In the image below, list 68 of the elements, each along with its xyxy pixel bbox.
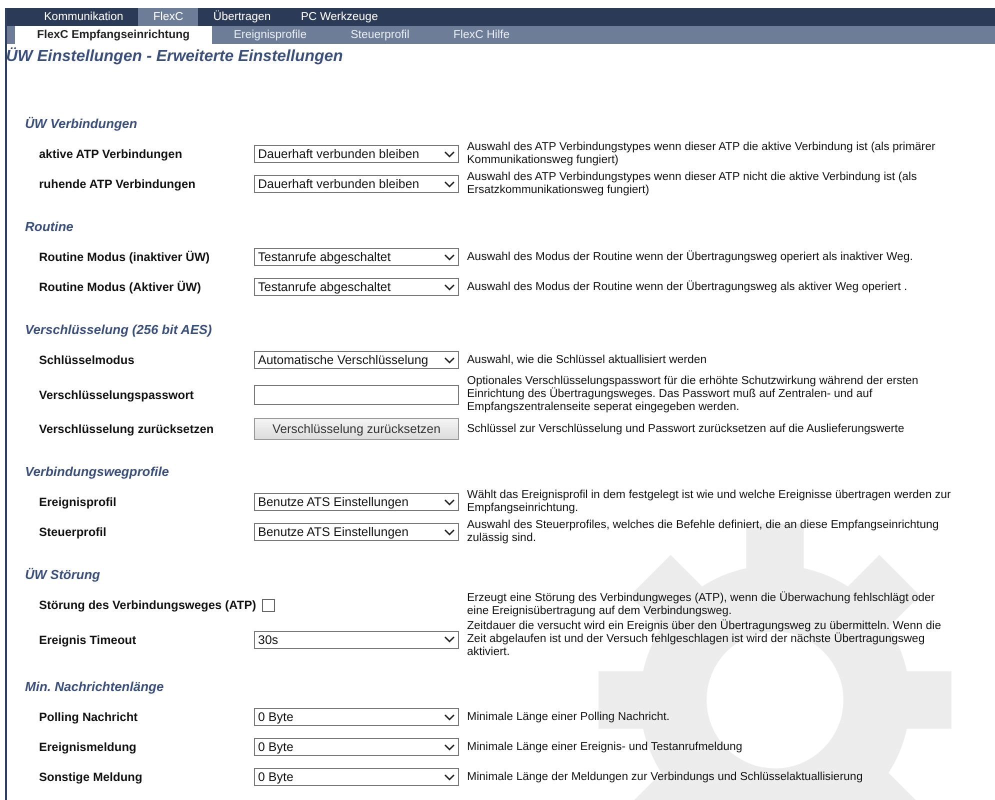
field-description: Zeitdauer die versucht wird ein Ereignis über den Übertragungsweg zu übermitteln. Wenn die Zeit abgelaufen ist und der Versuch fehlgeschlagen ist wird der nächste Übertragungsweg aktiviert.: [467, 620, 942, 659]
field-description: Minimale Länge der Meldungen zur Verbindungs und Schlüsselaktuallisierung: [467, 770, 864, 784]
field-description: Auswahl des Modus der Routine wenn der Übertragungsweg operiert als inaktiver Weg.: [467, 250, 914, 264]
field-label: Polling Nachricht: [39, 710, 139, 724]
dropdown-field[interactable]: Automatische Verschlüsselung: [254, 351, 459, 369]
field-label: Routine Modus (inaktiver ÜW): [39, 250, 211, 264]
chevron-down-icon: [444, 254, 455, 260]
chevron-down-icon: [444, 356, 455, 364]
field-label: Verschlüsselungspasswort: [39, 388, 195, 402]
chevron-down-icon: [444, 284, 455, 290]
section-heading: ÜW Störung: [25, 567, 102, 582]
main-tab[interactable]: Übertragen: [198, 8, 286, 26]
checkbox[interactable]: [262, 598, 276, 612]
dropdown-field[interactable]: Dauerhaft verbunden bleiben: [254, 175, 459, 193]
dropdown-field[interactable]: 0 Byte: [254, 768, 459, 786]
field-label: Ereignis Timeout: [39, 632, 138, 646]
field-label: Ereignismeldung: [39, 740, 138, 754]
field-label: Steuerprofil: [39, 525, 108, 539]
field-label: Routine Modus (Aktiver ÜW): [39, 280, 202, 294]
main-tab[interactable]: FlexC: [138, 8, 198, 26]
chevron-down-icon: [444, 744, 455, 750]
chevron-down-icon: [444, 528, 455, 536]
sub-tab[interactable]: Steuerprofil: [328, 26, 432, 44]
chevron-down-icon: [444, 498, 455, 506]
dropdown-field[interactable]: Testanrufe abgeschaltet: [254, 248, 459, 266]
field-label: Störung des Verbindungsweges (ATP): [39, 598, 256, 612]
dropdown-field[interactable]: 0 Byte: [254, 708, 459, 726]
field-description: Auswahl des Modus der Routine wenn der Übertragungsweg als aktiver Weg operiert .: [467, 280, 908, 294]
dropdown-field[interactable]: Benutze ATS Einstellungen: [254, 493, 459, 511]
section-heading: Routine: [25, 219, 74, 234]
chevron-down-icon: [444, 180, 455, 188]
section-heading: ÜW Verbindungen: [25, 116, 138, 131]
chevron-down-icon: [444, 774, 455, 780]
field-description: Auswahl, wie die Schlüssel aktuallisiert werden: [467, 354, 708, 366]
sub-tab[interactable]: Ereignisprofile: [212, 26, 329, 44]
dropdown-field[interactable]: Testanrufe abgeschaltet: [254, 278, 459, 296]
field-label: Verschlüsselung zurücksetzen: [39, 422, 215, 436]
chevron-down-icon: [444, 714, 455, 720]
field-description: Schlüssel zur Verschlüsselung und Passwort zurücksetzen auf die Auslieferungswerte: [467, 422, 906, 436]
field-label: Sonstige Meldung: [39, 770, 144, 784]
field-label: aktive ATP Verbindungen: [39, 147, 184, 161]
field-description: Minimale Länge einer Polling Nachricht.: [467, 710, 671, 724]
field-label: ruhende ATP Verbindungen: [39, 177, 196, 191]
chevron-down-icon: [444, 150, 455, 158]
section-heading: Verbindungswegprofile: [25, 464, 170, 479]
sub-tab[interactable]: FlexC Hilfe: [431, 26, 532, 44]
dropdown-field[interactable]: 0 Byte: [254, 738, 459, 756]
dropdown-field[interactable]: Benutze ATS Einstellungen: [254, 523, 459, 541]
field-description: Wählt das Ereignisprofil in dem festgelegt ist wie und welche Ereignisse übertragen werden zur Empfangseinrichtung.: [467, 489, 952, 515]
field-label: Schlüsselmodus: [39, 353, 136, 367]
password-field[interactable]: [254, 384, 459, 404]
page-title: ÜW Einstellungen - Erweiterte Einstellungen: [6, 48, 344, 66]
dropdown-field[interactable]: 30s: [254, 630, 459, 648]
section-heading: Verschlüsselung (256 bit AES): [25, 322, 213, 337]
field-description: Auswahl des ATP Verbindungstypes wenn dieser ATP die aktive Verbindung ist (als primärer Kommunikationsweg fungiert): [467, 141, 936, 167]
field-description: Auswahl des ATP Verbindungstypes wenn dieser ATP nicht die aktive Verbindung ist (als Ersatzkommunikationsweg fungiert): [467, 171, 918, 197]
main-tab[interactable]: PC Werkzeuge: [286, 8, 393, 26]
sub-tab[interactable]: FlexC Empfangseinrichtung: [15, 26, 212, 44]
dropdown-field[interactable]: Dauerhaft verbunden bleiben: [254, 145, 459, 163]
field-description: Erzeugt eine Störung des Verbindungweges (ATP), wenn die Überwachung fehlschlägt oder eine Ereignisübertragung auf dem Verbindungsweg.: [467, 592, 936, 618]
section-heading: Min. Nachrichtenlänge: [25, 679, 165, 694]
field-description: Optionales Verschlüsselungspasswort für die erhöhte Schutzwirkung während der ersten Einrichtung des Übertragungsweges. Das Passwort muß auf Zentralen- und auf Empfangszentralenseite seperat eingegeben werden.: [467, 375, 920, 414]
field-description: Minimale Länge einer Ereignis- und Testanrufmeldung: [467, 740, 744, 754]
field-description: Auswahl des Steuerprofiles, welches die Befehle definiert, die an diese Empfangseinrichtung zulässig sind.: [467, 519, 940, 545]
reset-button[interactable]: Verschlüsselung zurücksetzen: [254, 418, 459, 440]
main-tab[interactable]: Kommunikation: [29, 8, 138, 26]
chevron-down-icon: [444, 636, 455, 643]
field-label: Ereignisprofil: [39, 495, 118, 509]
